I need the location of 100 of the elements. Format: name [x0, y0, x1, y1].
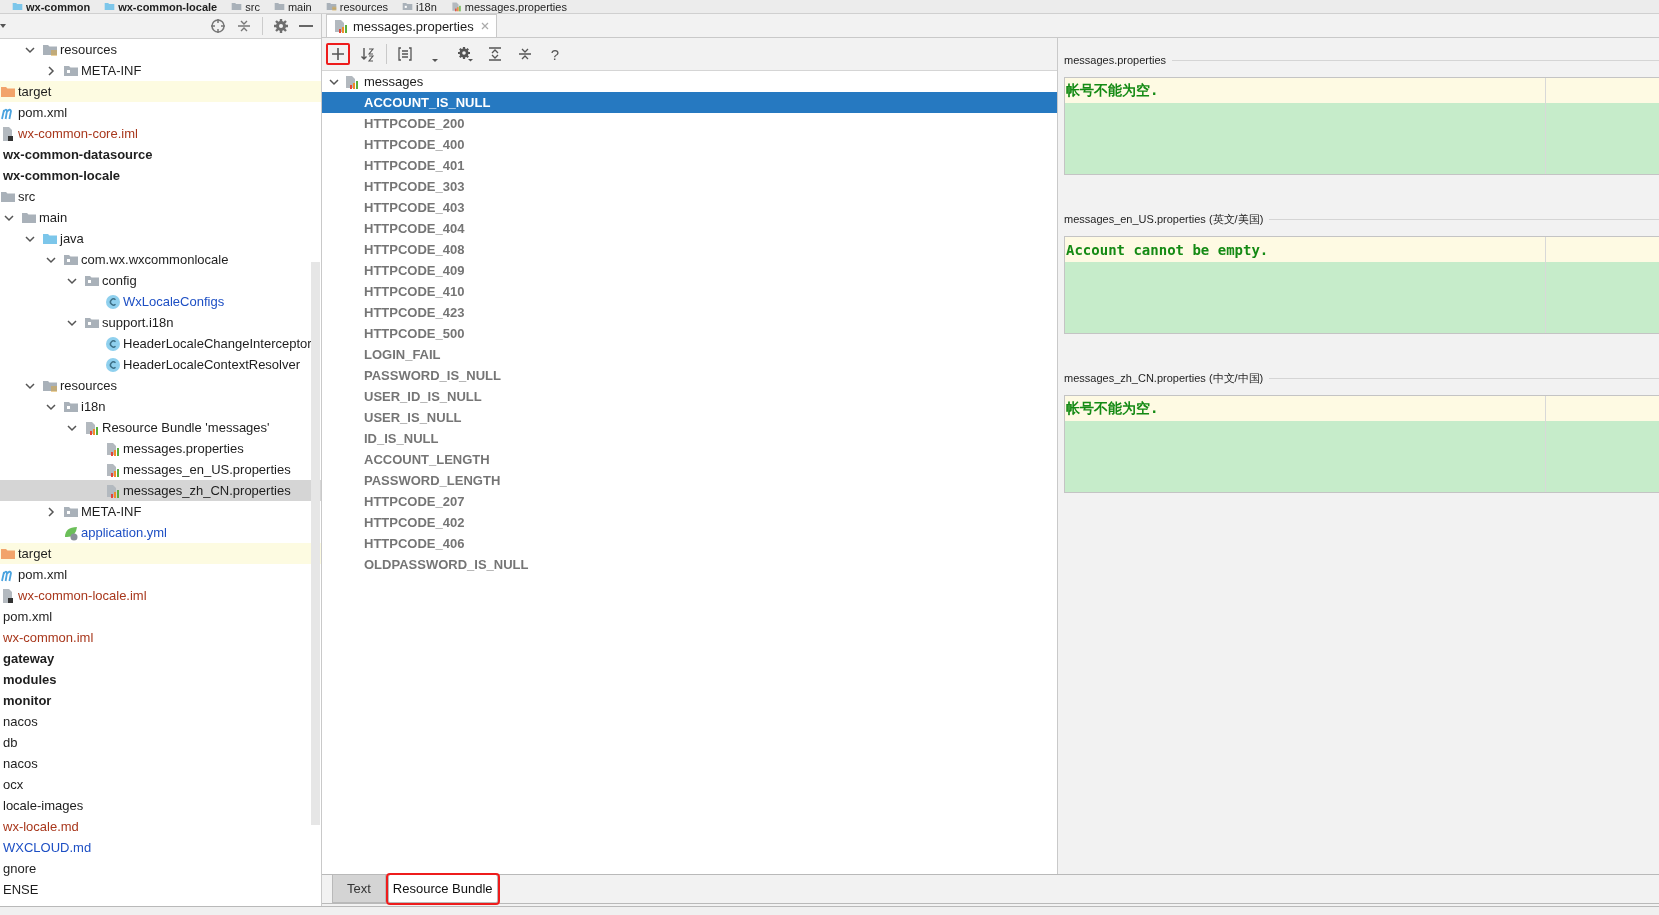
tree-item[interactable]: wx-locale.md — [0, 816, 321, 837]
tree-item[interactable]: config — [0, 270, 321, 291]
property-key[interactable]: USER_ID_IS_NULL — [322, 386, 1057, 407]
property-key[interactable]: PASSWORD_LENGTH — [322, 470, 1057, 491]
breadcrumb[interactable]: wx-common — [12, 0, 91, 13]
tree-item[interactable]: com.wx.wxcommonlocale — [0, 249, 321, 270]
property-key[interactable]: OLDPASSWORD_IS_NULL — [322, 554, 1057, 575]
property-key[interactable]: ACCOUNT_IS_NULL — [322, 92, 1057, 113]
item-label: nacos — [3, 756, 38, 771]
editor-tab[interactable]: messages.properties — [326, 14, 497, 37]
item-label: wx-common-datasource — [3, 147, 153, 162]
item-label: config — [102, 273, 137, 288]
item-label: db — [3, 735, 18, 750]
tree-item[interactable]: application.yml — [0, 522, 321, 543]
help-button[interactable]: ? — [543, 43, 567, 65]
bundle-node[interactable]: messages — [322, 71, 1057, 92]
tree-item[interactable]: target — [0, 81, 321, 102]
tree-item[interactable]: pom.xml — [0, 564, 321, 585]
property-key[interactable]: USER_IS_NULL — [322, 407, 1057, 428]
item-label: wx-common-locale — [3, 168, 121, 183]
translation-editor[interactable]: 帐号不能为空. — [1064, 77, 1659, 175]
item-label: locale-images — [3, 798, 84, 813]
breadcrumb[interactable]: src — [231, 0, 260, 13]
add-button[interactable] — [326, 43, 350, 65]
property-key[interactable]: HTTPCODE_423 — [322, 302, 1057, 323]
property-key[interactable]: HTTPCODE_200 — [322, 113, 1057, 134]
item-label: HeaderLocaleContextResolver — [123, 357, 301, 372]
tree-item[interactable]: META-INF — [0, 501, 321, 522]
item-label: messages.properties — [123, 441, 244, 456]
tree-item[interactable]: Resource Bundle 'messages' — [0, 417, 321, 438]
item-label: ocx — [3, 777, 24, 792]
tree-item[interactable]: nacos — [0, 753, 321, 774]
tree-item[interactable]: messages.properties — [0, 438, 321, 459]
tree-item[interactable]: HeaderLocaleChangeInterceptor — [0, 333, 321, 354]
tree-item[interactable]: main — [0, 207, 321, 228]
tree-item[interactable]: wx-common-datasource — [0, 144, 321, 165]
tree-item[interactable]: pom.xml — [0, 606, 321, 627]
class-icon — [105, 335, 121, 352]
tree-item[interactable]: java — [0, 228, 321, 249]
tree-item[interactable]: wx-common-locale — [0, 165, 321, 186]
property-key[interactable]: HTTPCODE_303 — [322, 176, 1057, 197]
tree-item[interactable]: resources — [0, 39, 321, 60]
module-file-icon — [0, 587, 16, 604]
property-key[interactable]: ACCOUNT_LENGTH — [322, 449, 1057, 470]
caret-icon — [432, 58, 438, 62]
tree-item[interactable]: messages_en_US.properties — [0, 459, 321, 480]
breadcrumb[interactable]: resources — [325, 0, 389, 13]
translation-editor[interactable]: Account cannot be empty. — [1064, 236, 1659, 334]
tree-item[interactable]: wx-common-locale.iml — [0, 585, 321, 606]
item-label: META-INF — [81, 63, 142, 78]
property-key[interactable]: HTTPCODE_409 — [322, 260, 1057, 281]
property-key[interactable]: HTTPCODE_207 — [322, 491, 1057, 512]
tree-item[interactable]: resources — [0, 375, 321, 396]
breadcrumb-label: wx-common — [26, 0, 91, 13]
property-key[interactable]: HTTPCODE_410 — [322, 281, 1057, 302]
scrollbar[interactable] — [311, 262, 320, 825]
property-key[interactable]: PASSWORD_IS_NULL — [322, 365, 1057, 386]
tree-item[interactable]: support.i18n — [0, 312, 321, 333]
tree-item[interactable]: messages_zh_CN.properties — [0, 480, 321, 501]
property-key[interactable]: HTTPCODE_402 — [322, 512, 1057, 533]
tree-item[interactable]: wx-common.iml — [0, 627, 321, 648]
property-key[interactable]: HTTPCODE_500 — [322, 323, 1057, 344]
tree-item[interactable]: wx-common-core.iml — [0, 123, 321, 144]
property-key[interactable]: HTTPCODE_404 — [322, 218, 1057, 239]
tree-item[interactable]: monitor — [0, 690, 321, 711]
translation-editor[interactable]: 帐号不能为空. — [1064, 395, 1659, 493]
tree-item[interactable]: WxLocaleConfigs — [0, 291, 321, 312]
tree-item[interactable]: i18n — [0, 396, 321, 417]
property-key[interactable]: HTTPCODE_401 — [322, 155, 1057, 176]
folder-icon — [273, 1, 285, 12]
property-key[interactable]: HTTPCODE_408 — [322, 239, 1057, 260]
tree-item[interactable]: src — [0, 186, 321, 207]
property-key[interactable]: LOGIN_FAIL — [322, 344, 1057, 365]
tree-item[interactable]: ocx — [0, 774, 321, 795]
tree-item[interactable]: WXCLOUD.md — [0, 837, 321, 858]
tree-item[interactable]: db — [0, 732, 321, 753]
property-key[interactable]: HTTPCODE_400 — [322, 134, 1057, 155]
view-tab[interactable]: Resource Bundle — [387, 875, 498, 903]
property-key[interactable]: HTTPCODE_403 — [322, 197, 1057, 218]
tree-item[interactable]: HeaderLocaleContextResolver — [0, 354, 321, 375]
item-label: application.yml — [81, 525, 167, 540]
item-label: com.wx.wxcommonlocale — [81, 252, 229, 267]
tree-item[interactable]: modules — [0, 669, 321, 690]
group-icon — [397, 46, 413, 62]
item-label: gnore — [3, 861, 37, 876]
tree-item[interactable]: pom.xml — [0, 102, 321, 123]
property-key[interactable]: ID_IS_NULL — [322, 428, 1057, 449]
item-label: resources — [60, 378, 118, 393]
tree-item[interactable]: ENSE — [0, 879, 321, 900]
tree-item[interactable]: target — [0, 543, 321, 564]
tree-item[interactable]: gnore — [0, 858, 321, 879]
tree-item[interactable]: nacos — [0, 711, 321, 732]
breadcrumb[interactable]: main — [273, 0, 312, 13]
tree-item[interactable]: gateway — [0, 648, 321, 669]
tree-item[interactable]: META-INF — [0, 60, 321, 81]
breadcrumb[interactable]: i18n — [402, 0, 437, 13]
resource-folder-icon — [325, 1, 337, 12]
view-tab[interactable]: Text — [332, 875, 386, 903]
tree-item[interactable]: locale-images — [0, 795, 321, 816]
property-key[interactable]: HTTPCODE_406 — [322, 533, 1057, 554]
